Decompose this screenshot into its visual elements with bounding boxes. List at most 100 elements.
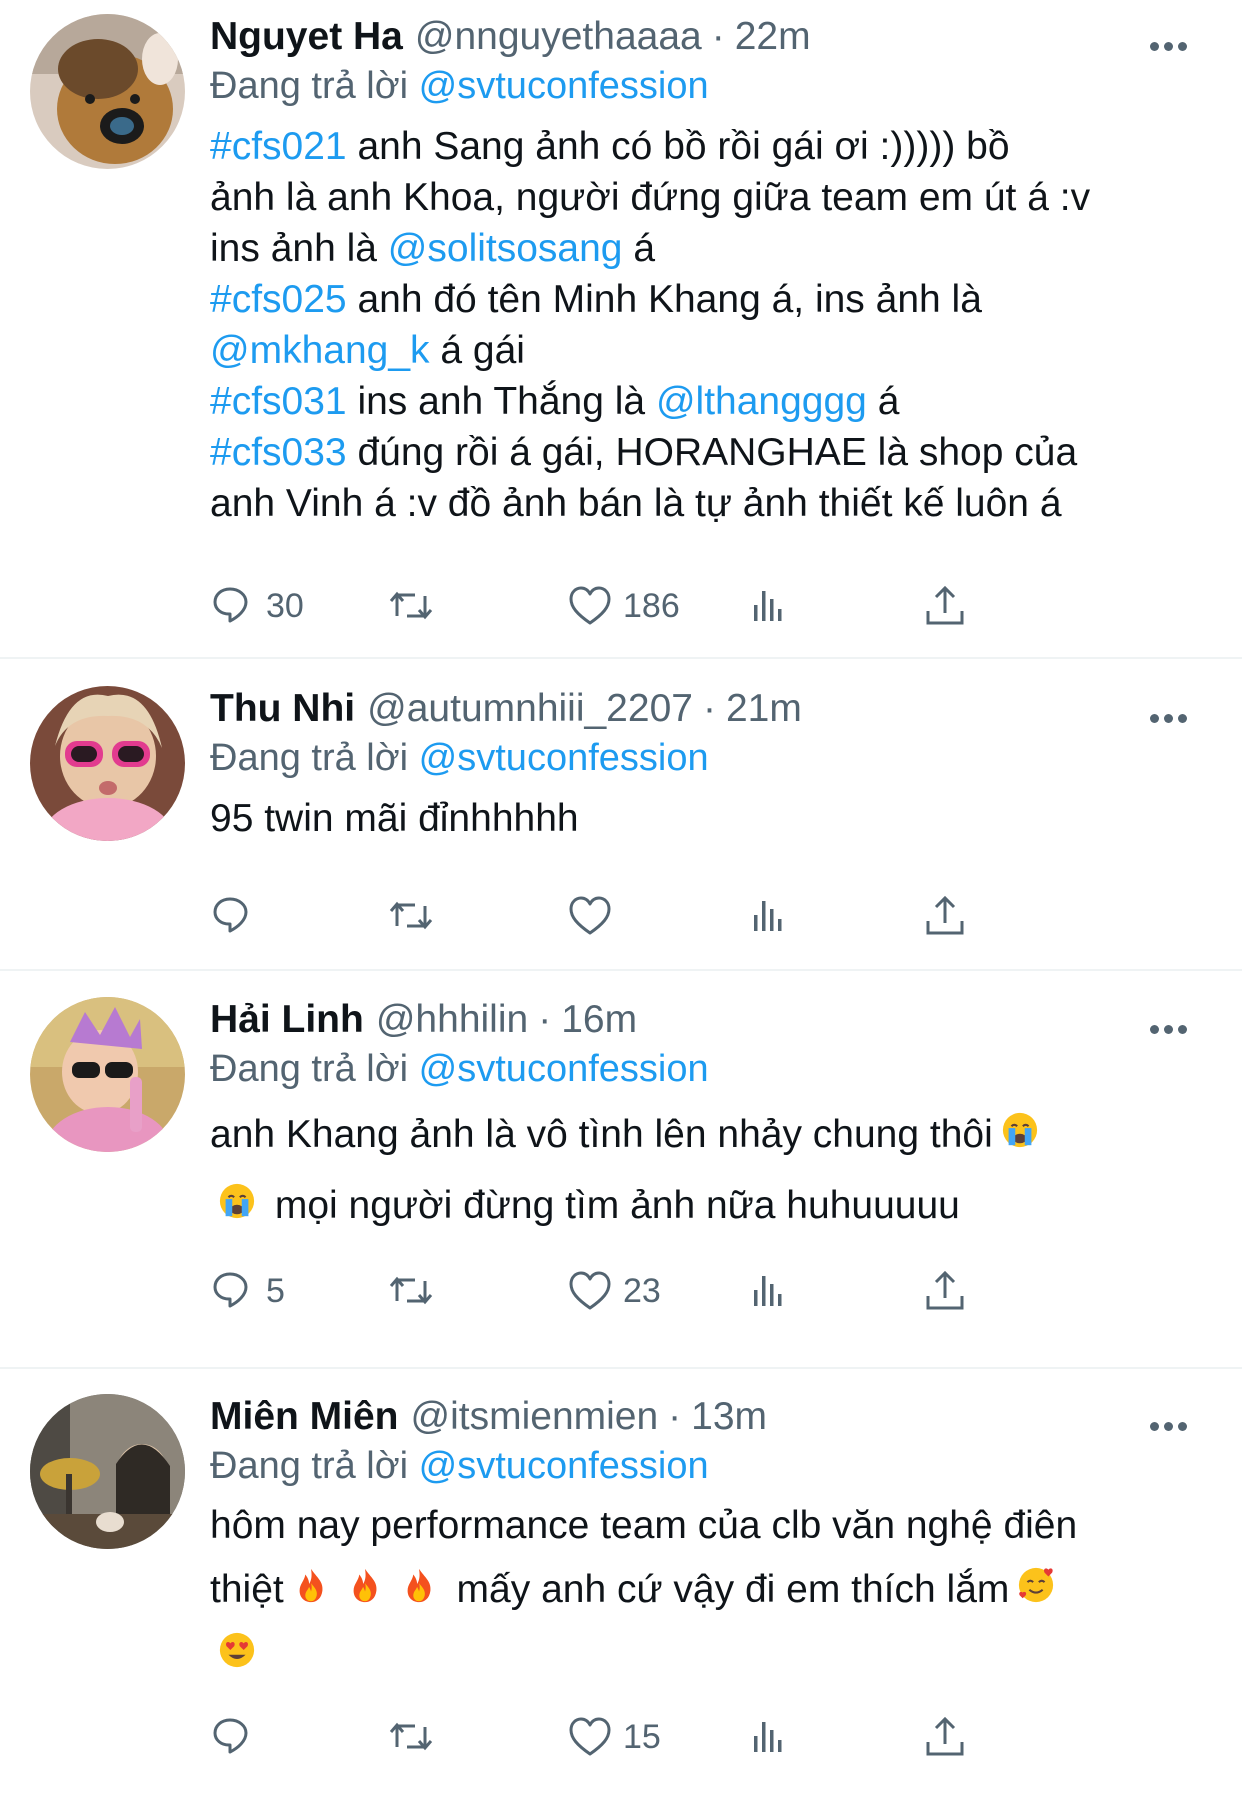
text-segment: anh Vinh á :v đồ ảnh bán là tự ảnh thiết…	[210, 482, 1062, 525]
fire-emoji-icon	[400, 1560, 438, 1624]
text-segment: đúng rồi á gái, HORANGHAE là shop của	[346, 431, 1078, 474]
share-button[interactable]	[922, 1263, 968, 1319]
display-name[interactable]: Hải Linh	[210, 997, 364, 1043]
tweet-text-line: ins ảnh là @solitsosang á	[210, 223, 1212, 274]
fire-emoji-icon	[292, 1560, 330, 1624]
display-name[interactable]: Thu Nhi	[210, 686, 355, 732]
hashtag-link[interactable]: #cfs031	[210, 380, 347, 423]
retweet-button[interactable]	[388, 578, 444, 634]
tweet[interactable]: Thu Nhi @autumnhiii_2207 · 21m Đang trả …	[0, 659, 1242, 971]
replying-to-handle[interactable]: @svtuconfession	[419, 737, 709, 779]
tweet-text-line: hôm nay performance team của clb văn ngh…	[210, 1494, 1212, 1558]
tweet-text: anh Khang ảnh là vô tình lên nhảy chung …	[210, 1100, 1212, 1242]
tweet-header: Nguyet Ha @nnguyethaaaa · 22m	[210, 14, 1212, 60]
like-button[interactable]	[567, 888, 623, 944]
like-button[interactable]: 23	[567, 1263, 661, 1319]
tweet-text-line: 95 twin mãi đỉnhhhhh	[210, 793, 1212, 844]
reply-count: 5	[266, 1271, 285, 1310]
user-handle[interactable]: @itsmienmien	[411, 1394, 659, 1440]
smiling-hearts-emoji-icon	[1017, 1560, 1055, 1624]
fire-emoji-icon	[346, 1560, 384, 1624]
tweet-text-line: thiệt mấy anh cứ vậy đi em thích lắm	[210, 1558, 1212, 1624]
action-bar: 15	[210, 1709, 1090, 1765]
tweet[interactable]: Miên Miên @itsmienmien · 13m Đang trả lờ…	[0, 1369, 1242, 1805]
tweet-text-line: #cfs031 ins anh Thắng là @lthangggg á	[210, 376, 1212, 427]
timestamp[interactable]: 22m	[735, 14, 811, 60]
retweet-button[interactable]	[388, 888, 444, 944]
retweet-button[interactable]	[388, 1709, 444, 1765]
like-count: 15	[623, 1717, 661, 1756]
tweet-text: 95 twin mãi đỉnhhhhh	[210, 793, 1212, 844]
reply-icon	[213, 1272, 248, 1308]
tweet-header: Miên Miên @itsmienmien · 13m	[210, 1394, 1212, 1440]
action-bar: 30 186	[210, 578, 1090, 634]
reply-count: 30	[266, 586, 304, 625]
reply-icon	[213, 897, 248, 933]
text-segment: ảnh là anh Khoa, người đứng giữa team em…	[210, 176, 1091, 219]
avatar[interactable]	[30, 1394, 185, 1549]
hashtag-link[interactable]: #cfs021	[210, 125, 347, 168]
share-button[interactable]	[922, 578, 968, 634]
tweet-header: Thu Nhi @autumnhiii_2207 · 21m	[210, 686, 1212, 732]
views-button[interactable]	[745, 1709, 801, 1765]
text-segment: mọi người đừng tìm ảnh nữa huhuuuuu	[264, 1184, 960, 1228]
more-options-icon[interactable]	[1150, 1021, 1194, 1034]
timestamp[interactable]: 13m	[691, 1394, 767, 1440]
share-button[interactable]	[922, 1709, 968, 1765]
mention-link[interactable]: @mkhang_k	[210, 329, 430, 372]
views-button[interactable]	[745, 578, 801, 634]
timestamp[interactable]: 16m	[561, 997, 637, 1043]
timestamp[interactable]: 21m	[726, 686, 802, 732]
replying-to-label: Đang trả lời	[210, 65, 409, 107]
action-bar	[210, 888, 1090, 944]
reply-button[interactable]	[210, 1709, 266, 1765]
user-handle[interactable]: @autumnhiii_2207	[367, 686, 693, 732]
tweet[interactable]: Nguyet Ha @nnguyethaaaa · 22m Đang trả l…	[0, 0, 1242, 659]
mention-link[interactable]: @solitsosang	[388, 227, 623, 270]
retweet-button[interactable]	[388, 1263, 444, 1319]
tweet-text: #cfs021 anh Sang ảnh có bồ rồi gái ơi :)…	[210, 121, 1212, 529]
reply-button[interactable]: 5	[210, 1263, 285, 1319]
reply-button[interactable]: 30	[210, 578, 304, 634]
tweet-header: Hải Linh @hhhilin · 16m	[210, 997, 1212, 1043]
display-name[interactable]: Miên Miên	[210, 1394, 399, 1440]
tweet-text-line: #cfs025 anh đó tên Minh Khang á, ins ảnh…	[210, 274, 1212, 325]
like-count: 23	[623, 1271, 661, 1310]
replying-to: Đang trả lời @svtuconfession	[210, 732, 1212, 784]
more-options-icon[interactable]	[1150, 1418, 1194, 1431]
like-button[interactable]: 186	[567, 578, 680, 634]
tweet-text-line: #cfs033 đúng rồi á gái, HORANGHAE là sho…	[210, 427, 1212, 478]
bar-chart-icon	[754, 1722, 782, 1752]
tweet[interactable]: Hải Linh @hhhilin · 16m Đang trả lời @sv…	[0, 971, 1242, 1369]
replying-to-handle[interactable]: @svtuconfession	[419, 1445, 709, 1487]
replying-to: Đang trả lời @svtuconfession	[210, 1440, 1212, 1492]
display-name[interactable]: Nguyet Ha	[210, 14, 403, 60]
share-button[interactable]	[922, 888, 968, 944]
user-handle[interactable]: @nnguyethaaaa	[415, 14, 702, 60]
text-segment: thiệt	[210, 1568, 284, 1611]
avatar[interactable]	[30, 997, 185, 1152]
more-options-icon[interactable]	[1150, 710, 1194, 723]
replying-to-handle[interactable]: @svtuconfession	[419, 65, 709, 107]
reply-button[interactable]	[210, 888, 266, 944]
crying-emoji-icon	[218, 1173, 256, 1242]
action-bar: 5 23	[210, 1263, 1090, 1319]
avatar[interactable]	[30, 14, 185, 169]
replying-to-label: Đang trả lời	[210, 1048, 409, 1090]
heart-icon	[569, 586, 611, 625]
heart-icon	[569, 1271, 611, 1310]
more-options-icon[interactable]	[1150, 38, 1194, 51]
like-button[interactable]: 15	[567, 1709, 661, 1765]
bar-chart-icon	[754, 901, 782, 931]
hashtag-link[interactable]: #cfs033	[210, 431, 347, 474]
mention-link[interactable]: @lthangggg	[656, 380, 867, 423]
views-button[interactable]	[745, 1263, 801, 1319]
text-segment: 95 twin mãi đỉnhhhhh	[210, 797, 579, 840]
retweet-icon	[389, 1276, 433, 1305]
tweet-text-line: anh Khang ảnh là vô tình lên nhảy chung …	[210, 1100, 1212, 1171]
replying-to-handle[interactable]: @svtuconfession	[419, 1048, 709, 1090]
views-button[interactable]	[745, 888, 801, 944]
avatar[interactable]	[30, 686, 185, 841]
user-handle[interactable]: @hhhilin	[376, 997, 528, 1043]
hashtag-link[interactable]: #cfs025	[210, 278, 347, 321]
